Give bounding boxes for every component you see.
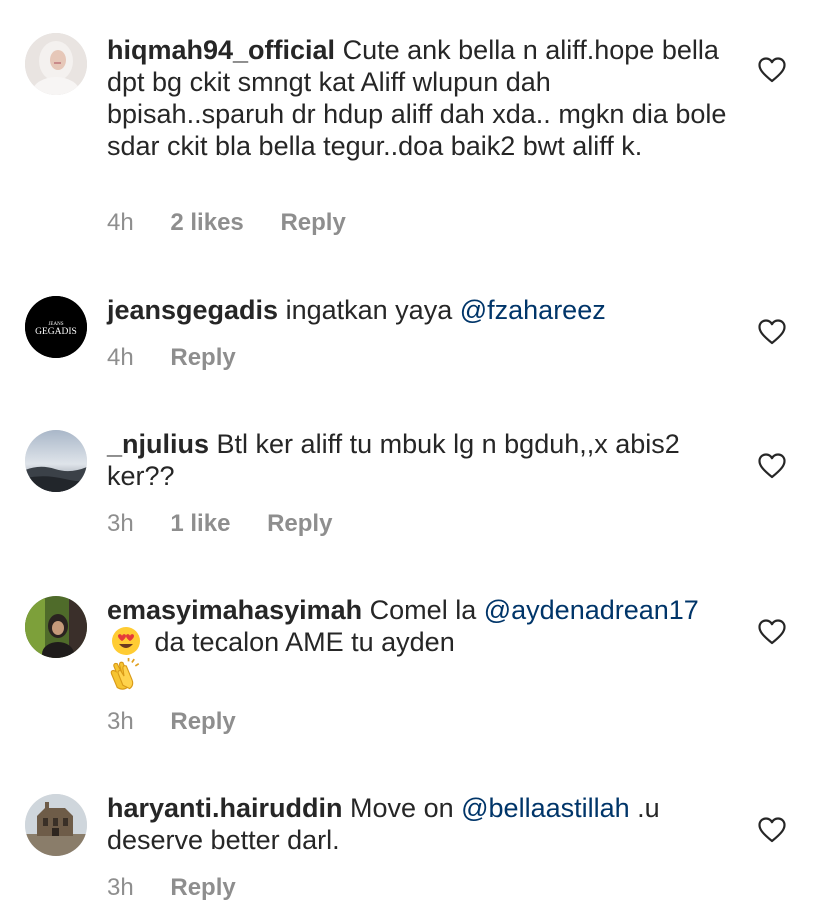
- avatar-photo-icon: [25, 33, 87, 95]
- comment-time: 4h: [107, 344, 134, 371]
- reply-button[interactable]: Reply: [170, 344, 235, 371]
- comment-meta: 4h Reply: [107, 344, 266, 372]
- comment-username[interactable]: jeansgegadis: [107, 295, 278, 325]
- comment-time: 4h: [107, 209, 134, 236]
- avatar[interactable]: [25, 430, 87, 492]
- comment-time: 3h: [107, 510, 134, 537]
- mention-link[interactable]: @fzahareez: [460, 295, 606, 325]
- reply-button[interactable]: Reply: [267, 510, 332, 537]
- comment-text: haryanti.hairuddin Move on @bellaastilla…: [107, 792, 732, 856]
- comment-meta: 4h 2 likes Reply: [107, 209, 376, 237]
- clapping-hands-emoji-icon: [110, 658, 140, 690]
- avatar-photo-icon: [25, 794, 87, 856]
- comment-text: _njulius Btl ker aliff tu mbuk lg n bgdu…: [107, 428, 732, 492]
- avatar-logo-large: GEGADIS: [35, 327, 77, 337]
- likes-count[interactable]: 1 like: [170, 510, 230, 537]
- comment-time: 3h: [107, 874, 134, 901]
- comment-body-continued: da tecalon AME tu ayden: [154, 627, 455, 657]
- reply-button[interactable]: Reply: [170, 874, 235, 901]
- avatar-photo-icon: [25, 596, 87, 658]
- mention-link[interactable]: @bellaastillah: [461, 793, 630, 823]
- comment-meta: 3h 1 like Reply: [107, 510, 362, 538]
- like-heart-icon[interactable]: [758, 453, 786, 479]
- comment-time: 3h: [107, 708, 134, 735]
- comment-username[interactable]: hiqmah94_official: [107, 35, 335, 65]
- comment-body: ingatkan yaya: [285, 295, 453, 325]
- comment-username[interactable]: haryanti.hairuddin: [107, 793, 343, 823]
- like-heart-icon[interactable]: [758, 619, 786, 645]
- comment-text: hiqmah94_official Cute ank bella n aliff…: [107, 34, 732, 162]
- likes-count[interactable]: 2 likes: [170, 209, 243, 236]
- brand-logo-avatar: JEANS GEGADIS: [25, 296, 87, 358]
- avatar[interactable]: [25, 596, 87, 658]
- comment-body: Move on: [350, 793, 454, 823]
- reply-button[interactable]: Reply: [170, 708, 235, 735]
- avatar[interactable]: [25, 794, 87, 856]
- comment-username[interactable]: _njulius: [107, 429, 209, 459]
- heart-eyes-emoji-icon: [112, 627, 140, 655]
- mention-link[interactable]: @aydenadrean17: [484, 595, 699, 625]
- avatar[interactable]: JEANS GEGADIS: [25, 296, 87, 358]
- like-heart-icon[interactable]: [758, 817, 786, 843]
- like-heart-icon[interactable]: [758, 319, 786, 345]
- comment-meta: 3h Reply: [107, 874, 266, 902]
- avatar[interactable]: [25, 33, 87, 95]
- avatar-photo-icon: [25, 430, 87, 492]
- like-heart-icon[interactable]: [758, 57, 786, 83]
- reply-button[interactable]: Reply: [280, 209, 345, 236]
- comment-text: jeansgegadis ingatkan yaya @fzahareez: [107, 294, 732, 326]
- comment-body: Comel la: [369, 595, 477, 625]
- comment-text: emasyimahasyimah Comel la @aydenadrean17…: [107, 594, 732, 694]
- comment-meta: 3h Reply: [107, 708, 266, 736]
- comment-username[interactable]: emasyimahasyimah: [107, 595, 362, 625]
